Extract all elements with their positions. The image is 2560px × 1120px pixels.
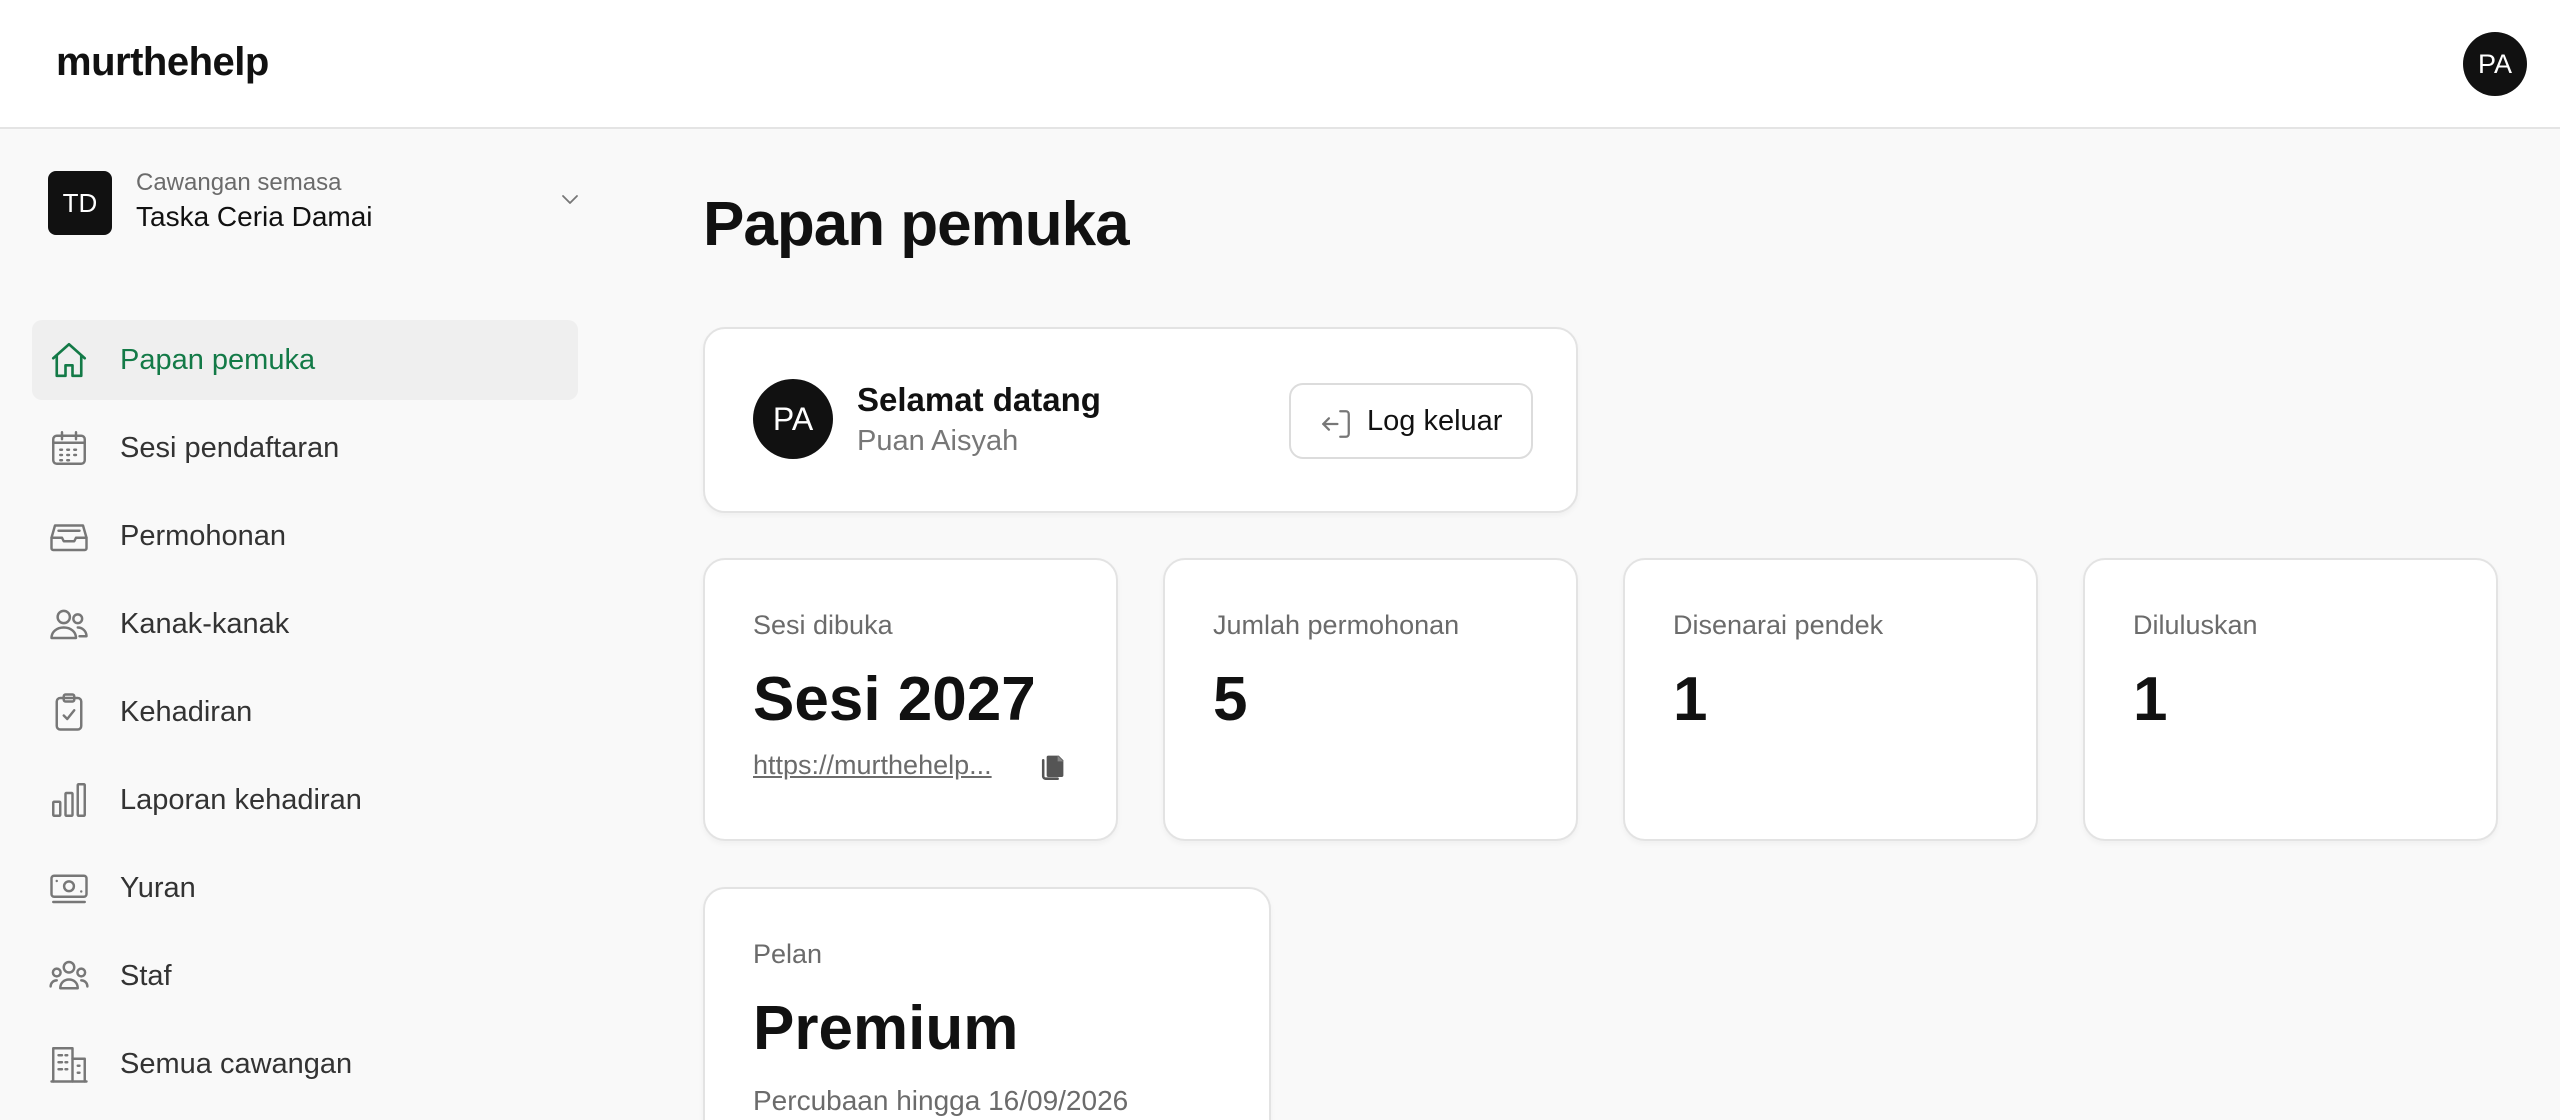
brand-logo[interactable]: murthehelp [56,40,269,85]
avatar: PA [753,379,833,459]
sidebar-item-label: Kanak-kanak [120,607,290,640]
sidebar: TD Cawangan semasa Taska Ceria Damai Pap… [0,131,610,1120]
sidebar-item-label: Sesi pendaftaran [120,431,340,464]
sidebar-item-label: Papan pemuka [120,343,316,376]
sidebar-item-label: Yuran [120,871,196,904]
stat-card-jumlah-permohonan: Jumlah permohonan 5 [1163,558,1578,841]
plan-label: Pelan [753,939,823,969]
main-content: Papan pemuka PA Selamat datang Puan Aisy… [703,131,2503,1120]
sidebar-item-semua-cawangan[interactable]: Semua cawangan [32,1024,578,1104]
branch-caption: Cawangan semasa [136,169,342,196]
sidebar-item-papan-pemuka[interactable]: Papan pemuka [32,320,578,400]
user-group-icon [49,960,89,990]
branch-name: Taska Ceria Damai [136,201,373,232]
sidebar-item-yuran[interactable]: Yuran [32,848,578,928]
stat-card-sesi-dibuka: Sesi dibuka Sesi 2027 https://murthehelp… [703,558,1118,841]
stat-card-diluluskan: Diluluskan 1 [2083,558,2498,841]
calendar-icon [52,431,86,465]
sidebar-item-label: Laporan kehadiran [120,783,362,816]
plan-card: Pelan Premium Percubaan hingga 16/09/202… [703,887,1271,1120]
bar-chart-icon [52,783,86,817]
registration-link[interactable]: https://murthehelp... [753,750,992,781]
sidebar-item-laporan-kehadiran[interactable]: Laporan kehadiran [32,760,578,840]
branch-badge: TD [48,171,112,235]
logout-button[interactable]: Log keluar [1289,383,1533,459]
banknote-icon [50,874,88,904]
user-avatar[interactable]: PA [2463,32,2527,96]
copy-icon[interactable] [1039,751,1067,781]
plan-name: Premium [753,994,1019,1063]
plan-trial-text: Percubaan hingga 16/09/2026 [753,1085,1129,1116]
sidebar-item-label: Semua cawangan [120,1047,353,1080]
users-icon [50,609,88,640]
welcome-user-name: Puan Aisyah [857,425,1019,457]
inbox-icon [50,524,88,552]
top-bar: murthehelp PA [0,0,2560,129]
sidebar-nav: Papan pemuka Sesi pendaftaran Permohonan… [32,320,578,1112]
sidebar-item-kehadiran[interactable]: Kehadiran [32,672,578,752]
stat-label: Diluluskan [2133,610,2258,640]
sidebar-item-kanak-kanak[interactable]: Kanak-kanak [32,584,578,664]
sidebar-item-permohonan[interactable]: Permohonan [32,496,578,576]
welcome-title: Selamat datang [857,381,1101,418]
stat-value: 5 [1213,665,1248,734]
clipboard-check-icon [55,693,83,731]
stat-label: Jumlah permohonan [1213,610,1460,640]
page-title: Papan pemuka [703,190,1130,259]
welcome-card: PA Selamat datang Puan Aisyah Log keluar [703,327,1578,513]
stat-value: 1 [2133,665,2168,734]
logout-icon [1322,410,1350,438]
stat-label: Sesi dibuka [753,610,893,640]
sidebar-item-label: Permohonan [120,519,287,552]
branch-switcher[interactable]: TD Cawangan semasa Taska Ceria Damai [32,165,592,243]
chevron-down-icon[interactable] [558,187,582,211]
sidebar-item-staf[interactable]: Staf [32,936,578,1016]
home-icon [51,342,87,378]
stat-label: Disenarai pendek [1673,610,1884,640]
stat-card-disenarai-pendek: Disenarai pendek 1 [1623,558,2038,841]
sidebar-item-label: Kehadiran [120,695,253,728]
stat-value: 1 [1673,665,1708,734]
logout-label: Log keluar [1367,405,1503,437]
stat-value: Sesi 2027 [753,665,1036,734]
building-icon [50,1047,88,1083]
sidebar-item-label: Staf [120,959,172,992]
sidebar-item-sesi-pendaftaran[interactable]: Sesi pendaftaran [32,408,578,488]
